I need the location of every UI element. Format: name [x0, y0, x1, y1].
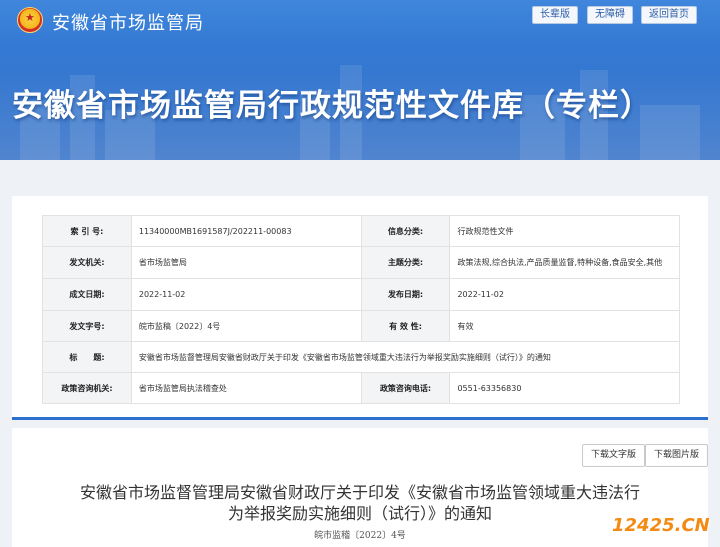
elder-mode-button[interactable]: 长辈版 — [532, 6, 578, 24]
issuer-label: 发文机关: — [42, 246, 132, 279]
document-content: 下载文字版 下载图片版 安徽省市场监督管理局安徽省财政厅关于印发《安徽省市场监管… — [12, 428, 708, 547]
written-date-label: 成文日期: — [42, 278, 132, 311]
watermark: 12425.CN — [612, 515, 710, 536]
home-button[interactable]: 返回首页 — [641, 6, 697, 24]
table-row: 成文日期: 2022-11-02 发布日期: 2022-11-02 — [42, 278, 680, 311]
written-date-value: 2022-11-02 — [130, 278, 362, 311]
download-text-button[interactable]: 下载文字版 — [582, 444, 646, 467]
consult-phone-value: 0551-63356830 — [449, 372, 680, 404]
doc-number-value: 皖市监稿〔2022〕4号 — [130, 310, 362, 342]
national-emblem-icon — [17, 7, 43, 33]
category-value: 行政规范性文件 — [449, 215, 680, 247]
index-value: 11340000MB1691587J/202211-00083 — [130, 215, 362, 247]
issuer-value: 省市场监管局 — [130, 246, 362, 279]
topic-label: 主题分类: — [360, 246, 451, 279]
info-card: 索 引 号: 11340000MB1691587J/202211-00083 信… — [12, 196, 708, 420]
table-row: 政策咨询机关: 省市场监管局执法稽查处 政策咨询电话: 0551-6335683… — [42, 372, 680, 404]
header-bar: 安徽省市场监管局 长辈版 无障碍 返回首页 — [0, 0, 720, 40]
table-row: 标 题: 安徽省市场监督管理局安徽省财政厅关于印发《安徽省市场监管领域重大违法行… — [42, 341, 681, 373]
validity-label: 有 效 性: — [360, 310, 451, 342]
publish-date-value: 2022-11-02 — [449, 278, 680, 311]
document-title-line: 为举报奖励实施细则（试行）》的通知 — [227, 504, 492, 523]
site-name[interactable]: 安徽省市场监管局 — [52, 9, 204, 35]
info-table: 索 引 号: 11340000MB1691587J/202211-00083 信… — [42, 215, 681, 404]
consult-phone-label: 政策咨询电话: — [360, 372, 451, 404]
publish-date-label: 发布日期: — [360, 278, 451, 311]
download-image-button[interactable]: 下载图片版 — [645, 444, 708, 467]
consult-org-label: 政策咨询机关: — [42, 372, 132, 404]
table-row: 索 引 号: 11340000MB1691587J/202211-00083 信… — [42, 215, 680, 247]
topic-value: 政策法规,综合执法,产品质量监督,特种设备,食品安全,其他 — [449, 246, 680, 279]
page-title: 安徽省市场监管局行政规范性文件库（专栏） — [12, 88, 652, 124]
consult-org-value: 省市场监管局执法稽查处 — [130, 372, 362, 404]
table-row: 发文字号: 皖市监稿〔2022〕4号 有 效 性: 有效 — [42, 310, 680, 342]
table-row: 发文机关: 省市场监管局 主题分类: 政策法规,综合执法,产品质量监督,特种设备… — [42, 246, 680, 279]
title-value: 安徽省市场监督管理局安徽省财政厅关于印发《安徽省市场监管领域重大违法行为举报奖励… — [130, 341, 681, 373]
title-label: 标 题: — [42, 341, 132, 373]
document-number: 皖市监稽〔2022〕4号 — [314, 531, 406, 541]
banner: 安徽省市场监管局 长辈版 无障碍 返回首页 安徽省市场监管局行政规范性文件库（专… — [0, 0, 720, 160]
index-label: 索 引 号: — [42, 215, 132, 247]
doc-number-label: 发文字号: — [42, 310, 132, 342]
accessibility-button[interactable]: 无障碍 — [587, 6, 633, 24]
document-title: 安徽省市场监督管理局安徽省财政厅关于印发《安徽省市场监管领域重大违法行 为举报奖… — [12, 482, 708, 524]
document-title-line: 安徽省市场监督管理局安徽省财政厅关于印发《安徽省市场监管领域重大违法行 — [79, 483, 640, 502]
category-label: 信息分类: — [360, 215, 451, 247]
validity-value: 有效 — [449, 310, 680, 342]
